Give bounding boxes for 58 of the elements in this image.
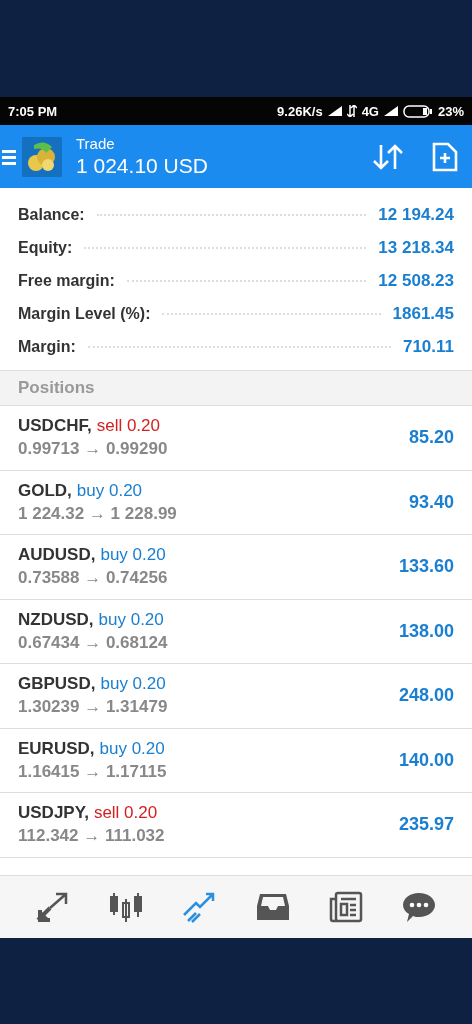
price-change: 1.30239 → 1.31479 [18,697,169,718]
symbol: GOLD, [18,480,72,501]
profit: 140.00 [398,749,454,771]
summary-label: Balance: [18,205,85,224]
signal-icon [327,106,342,116]
price-change: 0.73588 → 0.74256 [18,568,169,589]
profit: 235.97 [398,814,454,836]
price-change: 0.67434 → 0.68124 [18,632,169,653]
summary-value: 13 218.34 [378,237,454,258]
profit: 138.00 [398,620,454,642]
battery-icon [402,104,433,118]
symbol: GBPUSD, [18,674,96,695]
battery-level: 23% [437,103,464,119]
summary-value: 1861.45 [392,303,454,324]
clock: 7:05 PM [8,103,58,119]
profit: 133.60 [398,556,454,578]
order-type: buy 0.20 [100,545,166,566]
symbol: USDCHF, [18,416,92,437]
order-type: buy 0.20 [76,480,143,501]
data-arrows-icon [346,105,357,117]
order-type: sell 0.20 [93,803,158,824]
price-change: 1 224.32 → 1 228.99 [18,503,178,524]
screen-title: Trade [76,135,116,152]
profit: 85.20 [408,427,454,449]
symbol: EURUSD, [18,738,95,759]
chat-icon [402,891,437,923]
summary-value: 710.11 [402,336,454,357]
account-balance: 1 024.10 USD [76,154,208,178]
sort-icon[interactable] [372,142,404,171]
summary-label: Equity: [18,238,73,257]
candlestick-icon [109,891,143,923]
new-order-icon[interactable] [432,141,458,172]
profit: 93.40 [408,491,454,513]
order-type: buy 0.20 [99,738,165,759]
summary-label: Margin: [18,337,76,356]
newspaper-icon [328,891,363,923]
order-type: sell 0.20 [96,416,160,437]
summary-label: Margin Level (%): [18,304,151,323]
arrows-icon [35,892,70,922]
summary-value: 12 508.23 [378,270,454,291]
network-speed: 9.26K/s [277,103,323,119]
section-header: Positions [18,378,95,398]
symbol: NZDUSD, [18,609,94,630]
network-type: 4G [361,103,379,119]
symbol: USDJPY, [18,803,89,824]
price-change: 0.99713 → 0.99290 [18,439,169,460]
summary-value: 12 194.24 [378,204,454,225]
inbox-icon [255,892,290,922]
trend-icon [182,891,217,923]
order-type: buy 0.20 [98,609,164,630]
signal-icon [383,106,398,116]
price-change: 112.342 → 111.032 [18,826,166,847]
summary-label: Free margin: [18,271,115,290]
profit: 248.00 [398,685,454,707]
order-type: buy 0.20 [100,674,166,695]
symbol: AUDUSD, [18,545,96,566]
app-logo-icon [22,136,62,177]
price-change: 1.16415 → 1.17115 [18,761,168,782]
